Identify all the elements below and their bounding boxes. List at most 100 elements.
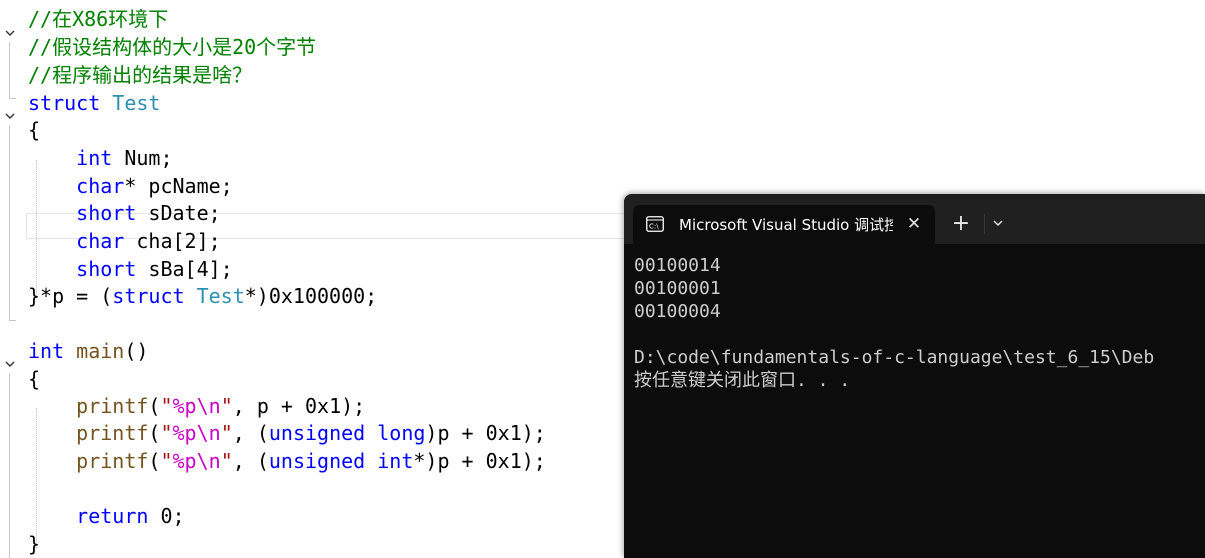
code-line[interactable]: printf("%p\n", (unsigned int*)p + 0x1); <box>28 447 546 475</box>
collapse-comment-icon[interactable] <box>3 26 17 40</box>
code-token-string: " <box>220 449 233 473</box>
terminal-output-line: 00100004 <box>634 301 721 322</box>
code-token-keyword: int <box>76 146 113 170</box>
code-line[interactable]: short sBa[4]; <box>28 255 233 283</box>
code-line[interactable]: { <box>28 116 40 144</box>
code-line[interactable]: struct Test <box>28 89 160 117</box>
code-token-plain: *)0x100000; <box>244 284 378 308</box>
code-token-keyword: unsigned <box>268 449 366 473</box>
new-tab-button[interactable]: + <box>948 211 974 237</box>
code-token-string: " <box>160 449 173 473</box>
code-line[interactable]: { <box>28 365 40 393</box>
code-token-plain: ( <box>148 449 161 473</box>
code-token-comment: //假设结构体的大小是20个字节 <box>28 35 317 59</box>
code-token-plain: ( <box>148 394 161 418</box>
code-line[interactable]: //假设结构体的大小是20个字节 <box>28 33 316 61</box>
terminal-output[interactable]: 00100014 00100001 00100004 D:\code\fundamen… <box>634 254 1205 392</box>
code-token-type: Test <box>112 91 161 115</box>
code-token-plain: () <box>124 339 149 363</box>
collapse-struct-icon[interactable] <box>3 109 17 123</box>
fold-guide <box>9 42 10 98</box>
code-token-format: %p <box>172 394 197 418</box>
code-token-keyword: int <box>377 449 414 473</box>
code-token-keyword: unsigned <box>268 421 366 445</box>
code-token-keyword: short <box>76 201 137 225</box>
code-line[interactable]: char* pcName; <box>28 172 233 200</box>
code-token-func: printf <box>76 421 149 445</box>
code-token-plain: Num; <box>112 146 173 170</box>
code-line[interactable]: printf("%p\n", p + 0x1); <box>28 392 365 420</box>
code-token-format: \n <box>196 421 221 445</box>
code-line[interactable]: } <box>28 530 40 558</box>
code-line[interactable]: //程序输出的结果是啥？ <box>28 61 252 89</box>
close-tab-button[interactable]: ✕ <box>903 213 925 235</box>
code-token-func: main <box>76 339 125 363</box>
code-token-plain: * pcName; <box>124 174 233 198</box>
fold-guide <box>9 125 10 320</box>
code-token-plain: ( <box>148 421 161 445</box>
code-token-plain: 0; <box>148 504 185 528</box>
code-line[interactable]: int Num; <box>28 144 173 172</box>
fold-guide-end <box>9 320 16 321</box>
code-token-plain: { <box>28 118 41 142</box>
collapse-main-icon[interactable] <box>3 357 17 371</box>
code-token-plain: sDate; <box>136 201 221 225</box>
code-line[interactable]: int main() <box>28 337 148 365</box>
terminal-output-line: 按任意键关闭此窗口. . . <box>634 370 851 391</box>
terminal-output-line: D:\code\fundamentals-of-c-language\test_… <box>634 347 1155 368</box>
code-token-keyword: char <box>76 174 125 198</box>
debug-console-window[interactable]: C:\ Microsoft Visual Studio 调试控 ✕ + 0010… <box>624 194 1205 558</box>
terminal-tab[interactable]: C:\ Microsoft Visual Studio 调试控 ✕ <box>633 205 935 244</box>
code-token-plain: *)p + 0x1); <box>413 449 546 473</box>
code-token-type: Test <box>196 284 245 308</box>
code-line[interactable]: short sDate; <box>28 199 221 227</box>
code-token-string: " <box>160 394 173 418</box>
code-token-string: " <box>220 421 233 445</box>
code-token-format: \n <box>196 449 221 473</box>
terminal-tab-title: Microsoft Visual Studio 调试控 <box>679 216 893 234</box>
code-token-func: printf <box>76 394 149 418</box>
code-token-keyword: int <box>28 339 65 363</box>
chevron-down-icon[interactable] <box>990 215 1006 231</box>
code-token-comment: //程序输出的结果是啥？ <box>28 63 253 87</box>
fold-guide-end <box>9 98 16 99</box>
code-token-keyword: long <box>377 421 426 445</box>
code-line[interactable]: printf("%p\n", (unsigned long)p + 0x1); <box>28 419 546 447</box>
code-token-string: " <box>220 394 233 418</box>
code-line[interactable]: //在X86环境下 <box>28 5 168 33</box>
code-token-keyword: return <box>76 504 149 528</box>
terminal-output-line: 00100014 <box>634 255 721 276</box>
code-line[interactable]: }*p = (struct Test*)0x100000; <box>28 282 377 310</box>
code-token-format: %p <box>172 421 197 445</box>
code-token-keyword: short <box>76 257 137 281</box>
code-token-format: \n <box>196 394 221 418</box>
code-token-plain: , ( <box>232 449 269 473</box>
code-token-format: %p <box>172 449 197 473</box>
code-line[interactable]: return 0; <box>28 502 185 530</box>
code-line[interactable]: char cha[2]; <box>28 227 221 255</box>
code-token-plain: } <box>28 532 41 556</box>
console-icon: C:\ <box>646 216 664 232</box>
code-token-keyword: struct <box>28 91 101 115</box>
code-token-plain: { <box>28 367 41 391</box>
titlebar-divider <box>984 214 985 234</box>
code-token-keyword: struct <box>112 284 185 308</box>
code-token-plain: sBa[4]; <box>136 257 233 281</box>
code-token-plain: cha[2]; <box>124 229 221 253</box>
code-token-keyword: char <box>76 229 125 253</box>
terminal-titlebar[interactable]: C:\ Microsoft Visual Studio 调试控 ✕ + <box>624 194 1205 244</box>
terminal-output-line: 00100001 <box>634 278 721 299</box>
